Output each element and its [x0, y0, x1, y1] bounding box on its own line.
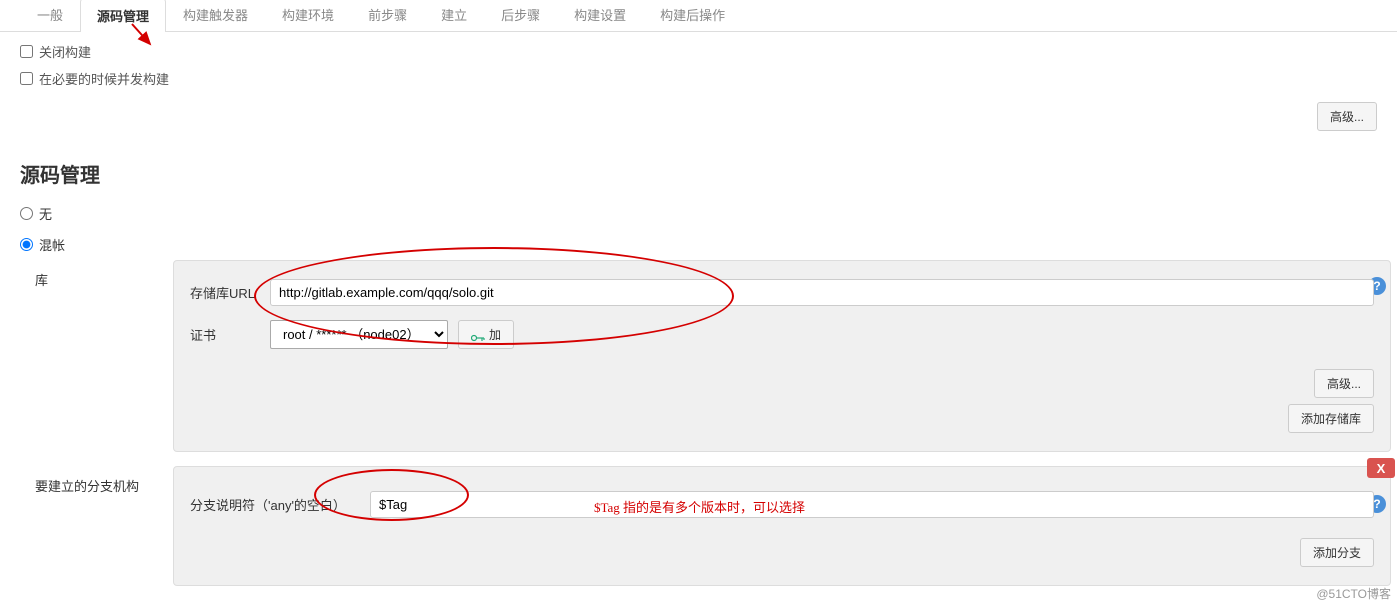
branch-spec-input[interactable]	[370, 491, 1374, 518]
tab-general[interactable]: 一般	[20, 0, 80, 31]
chk-close-build-label: 关闭构建	[39, 42, 91, 61]
cred-select[interactable]: root / ****** （node02）	[270, 320, 448, 349]
radio-scm-git-label: 混帐	[39, 235, 65, 254]
repos-label: 库	[23, 260, 173, 452]
repo-panel: ? 存储库URL 证书 root / ****** （node02） 加	[173, 260, 1391, 452]
chk-concurrent-label: 在必要的时候并发构建	[39, 69, 169, 88]
branch-panel: X ? 分支说明符（'any'的空白） $Tag 指的是有多个版本时，可以选择 …	[173, 466, 1391, 586]
radio-scm-git[interactable]	[20, 238, 33, 251]
key-icon	[471, 331, 485, 339]
tab-scm[interactable]: 源码管理	[80, 0, 166, 32]
add-branch-button[interactable]: 添加分支	[1300, 538, 1374, 567]
config-tabs: 一般 源码管理 构建触发器 构建环境 前步骤 建立 后步骤 构建设置 构建后操作	[0, 0, 1397, 32]
tab-poststeps[interactable]: 后步骤	[484, 0, 557, 31]
branch-spec-label: 分支说明符（'any'的空白）	[190, 495, 370, 514]
repo-url-input[interactable]	[270, 279, 1374, 306]
tab-build[interactable]: 建立	[424, 0, 484, 31]
add-credential-button[interactable]: 加	[458, 320, 514, 349]
repo-url-label: 存储库URL	[190, 283, 270, 302]
radio-scm-none-label: 无	[39, 204, 52, 223]
cred-label: 证书	[190, 325, 270, 344]
general-advanced-button[interactable]: 高级...	[1317, 102, 1377, 131]
chk-concurrent[interactable]	[20, 72, 33, 85]
delete-branch-button[interactable]: X	[1367, 458, 1395, 478]
tab-postbuild[interactable]: 构建后操作	[643, 0, 742, 31]
chk-close-build[interactable]	[20, 45, 33, 58]
tab-settings[interactable]: 构建设置	[557, 0, 643, 31]
add-cred-label: 加	[489, 326, 501, 343]
general-options: 关闭构建 在必要的时候并发构建	[0, 32, 1397, 98]
tab-triggers[interactable]: 构建触发器	[166, 0, 265, 31]
repo-advanced-button[interactable]: 高级...	[1314, 369, 1374, 398]
annotation-tag-note: $Tag 指的是有多个版本时，可以选择	[594, 497, 805, 516]
watermark: @51CTO博客	[1316, 585, 1391, 602]
tab-presteps[interactable]: 前步骤	[351, 0, 424, 31]
radio-scm-none[interactable]	[20, 207, 33, 220]
tab-env[interactable]: 构建环境	[265, 0, 351, 31]
scm-title: 源码管理	[0, 141, 1397, 198]
add-repo-button[interactable]: 添加存储库	[1288, 404, 1374, 433]
branches-label: 要建立的分支机构	[23, 466, 173, 586]
